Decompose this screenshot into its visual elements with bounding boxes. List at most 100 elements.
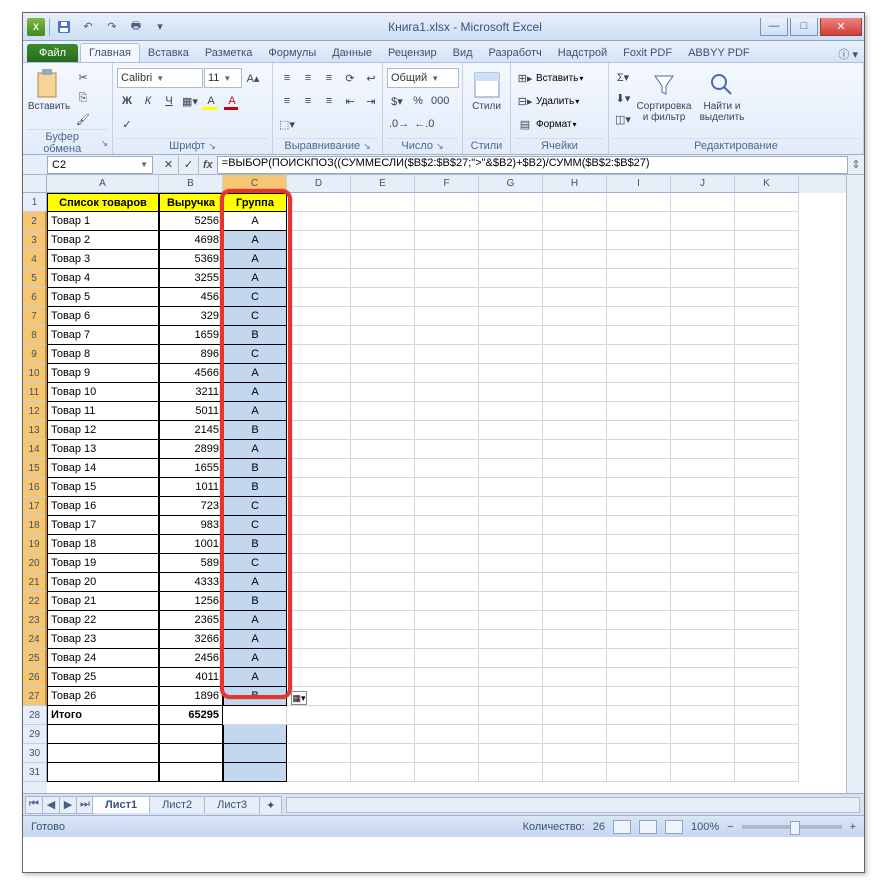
align-launcher-icon[interactable]: ↘ — [363, 141, 371, 152]
data-cell[interactable]: 589 — [159, 554, 223, 573]
data-cell-group[interactable]: A — [223, 402, 287, 421]
data-cell-group[interactable]: A — [223, 440, 287, 459]
find-select-button[interactable]: Найти и выделить — [695, 67, 749, 138]
data-cell[interactable]: Товар 2 — [47, 231, 159, 250]
qat-redo-icon[interactable]: ↷ — [102, 17, 122, 37]
cell[interactable] — [351, 668, 415, 687]
data-cell[interactable] — [159, 744, 223, 763]
cell[interactable] — [607, 497, 671, 516]
data-cell-group[interactable]: A — [223, 250, 287, 269]
data-cell-group[interactable]: C — [223, 345, 287, 364]
qat-undo-icon[interactable]: ↶ — [78, 17, 98, 37]
cell[interactable] — [607, 611, 671, 630]
cell[interactable] — [479, 592, 543, 611]
data-cell[interactable]: 4011 — [159, 668, 223, 687]
cell[interactable] — [607, 231, 671, 250]
tab-addins[interactable]: Надстрой — [550, 44, 615, 62]
cell[interactable] — [415, 288, 479, 307]
col-header-F[interactable]: F — [415, 175, 479, 193]
qat-print-icon[interactable]: 🖶 — [126, 17, 146, 37]
zoom-in-icon[interactable]: + — [850, 821, 856, 833]
tab-nav-prev-icon[interactable]: ◀ — [42, 796, 60, 814]
cell[interactable] — [543, 668, 607, 687]
cell[interactable] — [479, 706, 543, 725]
align-left-icon[interactable]: ≡ — [277, 91, 297, 111]
number-format-combo[interactable]: Общий▼ — [387, 68, 459, 88]
cell[interactable] — [479, 231, 543, 250]
cell[interactable] — [415, 497, 479, 516]
data-cell-group[interactable]: A — [223, 212, 287, 231]
cell[interactable] — [543, 554, 607, 573]
cell[interactable] — [479, 516, 543, 535]
data-cell-group[interactable]: A — [223, 611, 287, 630]
data-cell[interactable]: 456 — [159, 288, 223, 307]
cell[interactable] — [543, 269, 607, 288]
data-cell[interactable]: 5011 — [159, 402, 223, 421]
cell[interactable] — [287, 478, 351, 497]
cell[interactable] — [671, 364, 735, 383]
cell[interactable] — [415, 763, 479, 782]
data-cell[interactable]: 1659 — [159, 326, 223, 345]
cell[interactable] — [351, 402, 415, 421]
delete-cells-icon[interactable]: ⊟▸ — [515, 91, 535, 111]
cell[interactable] — [415, 516, 479, 535]
row-header[interactable]: 5 — [23, 269, 47, 288]
cell[interactable] — [671, 687, 735, 706]
cell[interactable] — [607, 478, 671, 497]
tab-file[interactable]: Файл — [27, 44, 78, 62]
cell[interactable] — [735, 345, 799, 364]
underline-button[interactable]: Ч — [159, 91, 179, 111]
data-cell[interactable]: 3255 — [159, 269, 223, 288]
col-header-H[interactable]: H — [543, 175, 607, 193]
vertical-scrollbar[interactable] — [846, 175, 864, 793]
row-header[interactable]: 20 — [23, 554, 47, 573]
row-header[interactable]: 18 — [23, 516, 47, 535]
row-header[interactable]: 25 — [23, 649, 47, 668]
data-cell[interactable] — [47, 725, 159, 744]
cell[interactable] — [543, 630, 607, 649]
cell[interactable] — [735, 364, 799, 383]
cell[interactable] — [543, 649, 607, 668]
autofill-options-icon[interactable]: ▦▾ — [291, 691, 307, 705]
cell[interactable] — [415, 535, 479, 554]
cell[interactable] — [415, 668, 479, 687]
data-cell[interactable]: Товар 16 — [47, 497, 159, 516]
data-cell-group[interactable]: C — [223, 307, 287, 326]
data-cell[interactable]: Товар 25 — [47, 668, 159, 687]
cell[interactable] — [287, 592, 351, 611]
data-cell[interactable]: Товар 14 — [47, 459, 159, 478]
cell[interactable] — [607, 687, 671, 706]
data-cell[interactable]: 2365 — [159, 611, 223, 630]
row-header[interactable]: 26 — [23, 668, 47, 687]
data-cell[interactable]: Товар 21 — [47, 592, 159, 611]
data-cell-group[interactable] — [223, 725, 287, 744]
cell[interactable] — [287, 307, 351, 326]
cell[interactable] — [287, 421, 351, 440]
cell[interactable] — [479, 326, 543, 345]
col-header-D[interactable]: D — [287, 175, 351, 193]
cell[interactable] — [735, 193, 799, 212]
cell[interactable] — [607, 307, 671, 326]
cell[interactable] — [607, 269, 671, 288]
cell[interactable] — [287, 212, 351, 231]
tab-home[interactable]: Главная — [80, 43, 140, 62]
cell[interactable] — [735, 687, 799, 706]
cell[interactable] — [671, 402, 735, 421]
cell[interactable] — [415, 744, 479, 763]
clear-icon[interactable]: ◫▾ — [613, 109, 633, 129]
row-header[interactable]: 31 — [23, 763, 47, 782]
data-cell-group[interactable]: C — [223, 554, 287, 573]
col-header-E[interactable]: E — [351, 175, 415, 193]
tab-formulas[interactable]: Формулы — [260, 44, 324, 62]
cell[interactable] — [351, 421, 415, 440]
cell[interactable] — [735, 725, 799, 744]
row-header[interactable]: 10 — [23, 364, 47, 383]
data-cell-group[interactable]: A — [223, 630, 287, 649]
cell[interactable] — [671, 725, 735, 744]
data-cell[interactable]: Товар 23 — [47, 630, 159, 649]
cell[interactable] — [543, 611, 607, 630]
data-cell-group[interactable]: B — [223, 592, 287, 611]
cell[interactable] — [735, 497, 799, 516]
cell[interactable] — [287, 744, 351, 763]
cell[interactable] — [415, 687, 479, 706]
